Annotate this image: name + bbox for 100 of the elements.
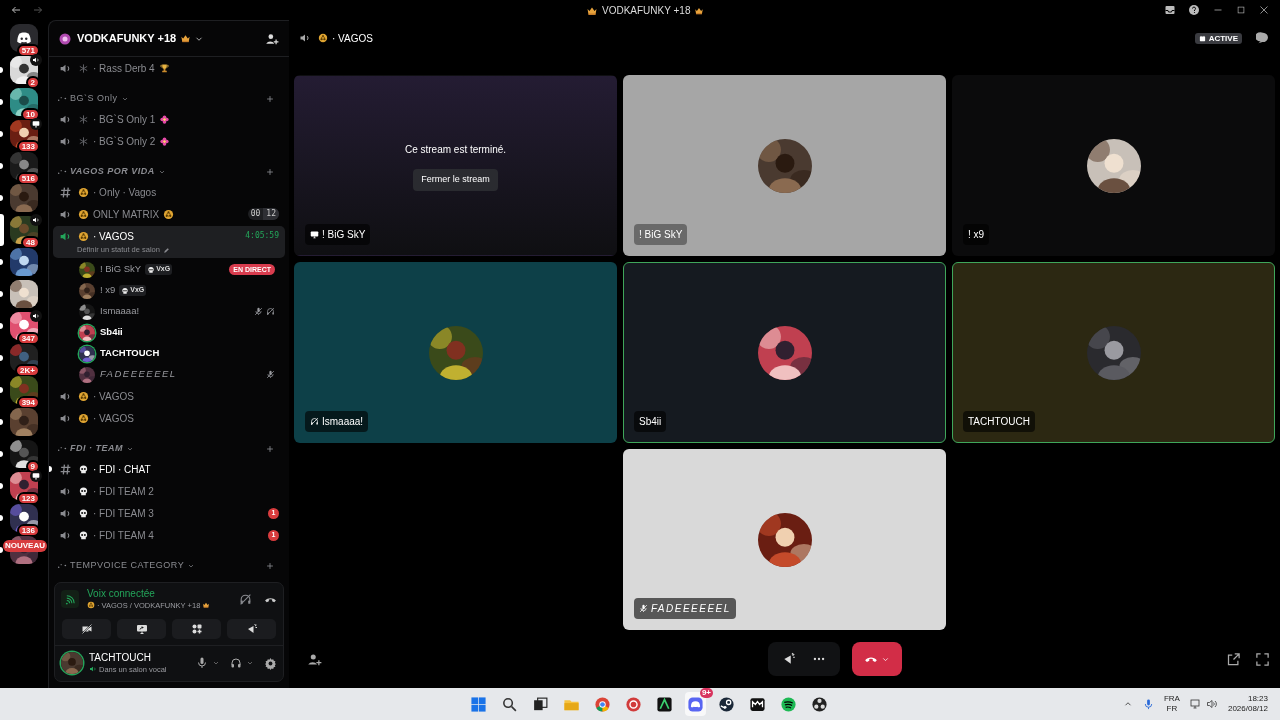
channel-row[interactable]: · Rass Derb 4 (53, 57, 285, 79)
language-indicator[interactable]: FRA FR (1163, 694, 1180, 714)
disconnect-button[interactable] (852, 642, 902, 676)
pop-out-icon[interactable] (1226, 651, 1241, 667)
sparkle-icon (57, 95, 67, 102)
activities-icon (190, 622, 203, 635)
search-icon[interactable] (501, 695, 518, 713)
member-name[interactable]: FADEEEEEEL (100, 367, 177, 382)
game-launcher-icon[interactable] (718, 695, 735, 713)
snowflake-icon (78, 62, 89, 74)
calendar-icon (1198, 34, 1206, 42)
channel-name: · Only · Vagos (93, 185, 157, 200)
member-name[interactable]: ! BiG SkY (100, 262, 142, 277)
channel-name: · VAGOS (93, 389, 134, 404)
connection-status[interactable]: Voix connectée (87, 587, 211, 600)
close-icon[interactable] (1258, 4, 1270, 16)
channel-row[interactable]: · VAGOS (53, 407, 285, 429)
speaker-icon (89, 665, 97, 674)
participant-tile[interactable]: ! x9 (952, 75, 1275, 256)
channel-name: · VAGOS (93, 411, 134, 426)
participant-name: ! BiG SkY (639, 228, 683, 242)
hash-icon (59, 462, 72, 476)
speaker-icon (32, 56, 40, 64)
category-name[interactable]: VAGOS POR VIDA (70, 164, 155, 179)
user-counter: 00 12 (247, 208, 279, 220)
speaker-icon (32, 312, 40, 320)
home-button[interactable] (10, 24, 38, 52)
stream-tile[interactable]: Ce stream est terminé. Fermer le stream ! BiG SkY (294, 75, 617, 256)
clock[interactable]: 18:23 2026/08/12 (1227, 694, 1268, 714)
participant-tile[interactable]: Ismaaaa! (294, 262, 617, 443)
channel-row[interactable]: · Only · Vagos (53, 181, 285, 203)
soundboard-icon[interactable] (782, 652, 796, 666)
headphones-icon[interactable] (230, 657, 242, 670)
participant-tile[interactable]: TACHTOUCH (952, 262, 1275, 443)
add-channel-icon[interactable] (265, 560, 275, 571)
browser-icon[interactable] (625, 695, 642, 713)
channel-name: · FDI TEAM 3 (93, 506, 154, 521)
add-channel-icon[interactable] (265, 166, 275, 177)
channel-name: · Rass Derb 4 (93, 61, 155, 76)
chat-app-icon[interactable] (687, 695, 704, 713)
crown-icon (202, 601, 211, 610)
microphone-icon[interactable] (196, 657, 208, 670)
participant-tile[interactable]: Sb4ii (623, 262, 946, 443)
help-icon[interactable] (1188, 4, 1200, 16)
member-name[interactable]: Sb4ii (100, 325, 123, 340)
participant-tile[interactable]: FADEEEEEEL (623, 449, 946, 630)
game-store-icon[interactable] (749, 695, 766, 713)
app-icon[interactable] (656, 695, 673, 713)
activities-button[interactable] (172, 618, 221, 639)
add-channel-icon[interactable] (265, 93, 275, 104)
pencil-icon (162, 246, 170, 254)
channel-row[interactable]: ONLY MATRIX 00 12 (53, 203, 285, 225)
member-name[interactable]: TACHTOUCH (100, 346, 160, 361)
fullscreen-icon[interactable] (1255, 651, 1270, 667)
volume-icon[interactable] (1205, 698, 1218, 710)
camera-off-button[interactable] (62, 618, 111, 639)
category-name[interactable]: BG`S Only (70, 91, 118, 106)
speaker-icon (32, 216, 40, 224)
participant-name: TACHTOUCH (968, 415, 1030, 429)
mention-count: 2K+ (15, 364, 40, 377)
screen-share-button[interactable] (117, 618, 166, 639)
back-icon[interactable] (10, 4, 22, 16)
channel-row[interactable]: · BG`S Only 1 (53, 108, 285, 130)
maximize-icon[interactable] (1236, 5, 1246, 15)
microphone-icon[interactable] (1142, 698, 1154, 710)
soundboard-button[interactable] (227, 618, 276, 639)
channel-row[interactable]: · BG`S Only 2 (53, 130, 285, 152)
sparkle-icon (57, 445, 67, 452)
biohazard-icon (78, 230, 89, 242)
biohazard-icon (318, 33, 328, 43)
add-channel-icon[interactable] (265, 443, 275, 454)
invite-icon[interactable] (265, 31, 279, 46)
category-name[interactable]: TEMPVOICE CATEGORY (70, 558, 185, 573)
browser-icon[interactable] (594, 695, 611, 713)
signal-icon (64, 593, 76, 605)
channel-row[interactable]: · FDI TEAM 2 (53, 480, 285, 502)
settings-icon[interactable] (264, 656, 277, 670)
channel-name: ONLY MATRIX (93, 207, 160, 222)
music-app-icon[interactable] (780, 695, 797, 713)
channel-name: · VAGOS (93, 229, 134, 244)
biohazard-icon (163, 208, 175, 220)
notification-count: 9+ (699, 688, 713, 698)
window-title: VODKAFUNKY +18 (602, 4, 691, 18)
network-icon[interactable] (1189, 698, 1202, 710)
channel-row[interactable]: · VAGOS (53, 385, 285, 407)
participant-tile[interactable]: ! BiG SkY (623, 75, 946, 256)
server-name[interactable]: VODKAFUNKY +18 (77, 30, 177, 47)
start-icon[interactable] (470, 695, 487, 713)
member-name[interactable]: ! x9 (100, 283, 116, 298)
username[interactable]: TACHTOUCH (89, 651, 167, 664)
category-name[interactable]: FDI · TEAM (70, 441, 123, 456)
close-stream-button[interactable]: Fermer le stream (413, 169, 498, 191)
recorder-icon[interactable] (811, 695, 828, 713)
screen-icon (310, 230, 319, 239)
crown-icon (180, 33, 192, 44)
inbox-icon[interactable] (1164, 4, 1176, 16)
flower-icon (159, 135, 171, 147)
member-name[interactable]: Ismaaaa! (100, 304, 140, 319)
task-view-icon[interactable] (532, 695, 549, 713)
activity-badge[interactable]: ACTIVE (1194, 32, 1242, 44)
